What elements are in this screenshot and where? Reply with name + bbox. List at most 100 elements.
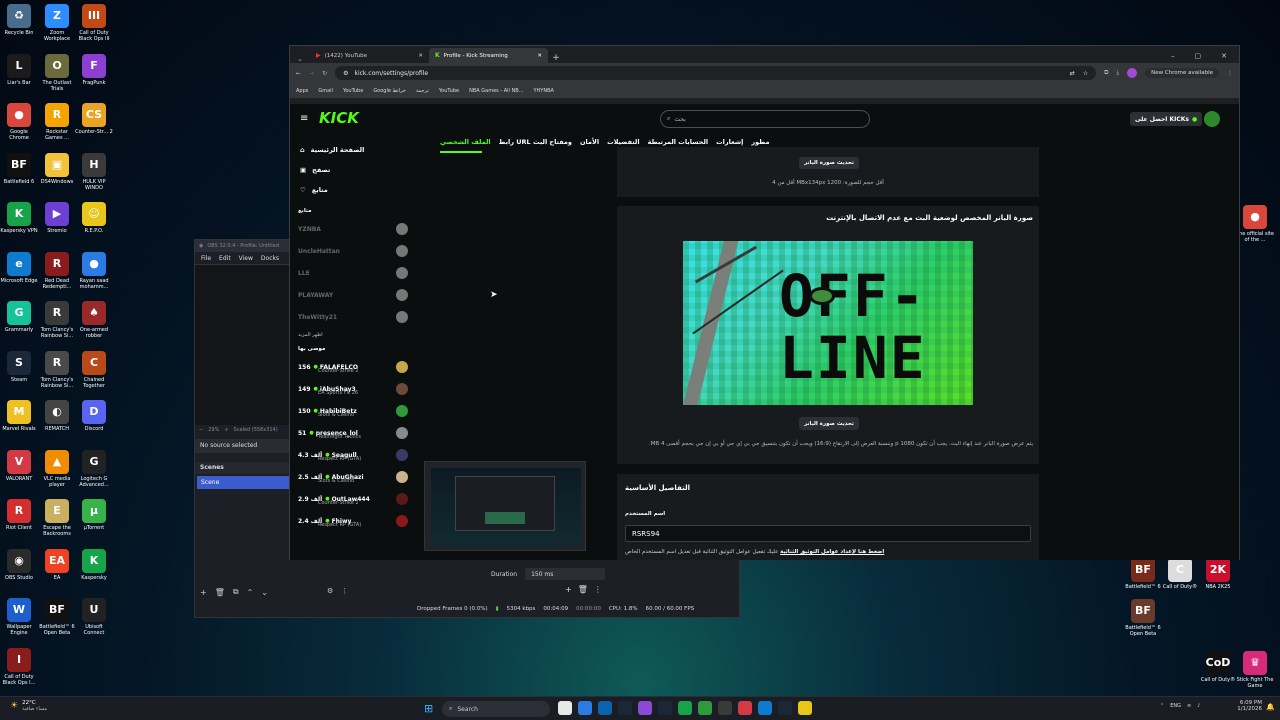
close-icon[interactable]: ✕	[537, 53, 542, 59]
bookmark-item[interactable]: YouTube	[439, 88, 459, 94]
obs-preview[interactable]	[195, 265, 290, 425]
down-icon[interactable]: ⌄	[261, 588, 268, 597]
minimize-icon[interactable]: –	[1171, 52, 1175, 60]
desktop-icon[interactable]: D Discord	[75, 400, 113, 432]
trash-icon[interactable]: 🗑	[578, 585, 588, 594]
obs-menu-edit[interactable]: Edit	[219, 255, 231, 262]
twofa-link[interactable]: اضغط هنا لإعداد عوامل التوثيق الثنائية	[780, 549, 884, 555]
extensions-icon[interactable]: ⧉	[1104, 69, 1108, 77]
live-channel[interactable]: 2.4 ألف ● Fhiwy Respect RP (GTA)	[290, 510, 414, 532]
obs-zoom-in[interactable]: +	[224, 427, 228, 433]
desktop-icon[interactable]: I Call of Duty Black Ops I...	[0, 647, 38, 686]
profile-avatar[interactable]	[1204, 111, 1220, 127]
desktop-icon[interactable]: e Microsoft Edge	[0, 251, 38, 284]
desktop-icon[interactable]: R Tom Clancy's Rainbow Si...	[38, 301, 76, 339]
nav-following[interactable]: ♡ متابع	[290, 180, 414, 200]
desktop-icon[interactable]: E Escape the Backrooms	[38, 499, 76, 537]
desktop-icon[interactable]: BF Battlefield™ 6	[1124, 558, 1162, 590]
desktop-icon[interactable]: CS Counter-Str... 2	[75, 103, 113, 135]
desktop-icon[interactable]: G Grammarly	[0, 301, 38, 333]
desktop-icon[interactable]: C Call of Duty®	[1161, 558, 1199, 590]
offline-channel[interactable]: UncleHattan	[290, 240, 414, 262]
update-offline-banner-button[interactable]: تحديث صورة البانر	[799, 417, 859, 430]
update-banner-button[interactable]: تحديث صورة البانر	[799, 157, 859, 169]
username-field[interactable]: RSRS94	[625, 525, 1031, 542]
kick-logo[interactable]: KICK	[319, 109, 359, 127]
bookmark-item[interactable]: Apps	[296, 88, 308, 94]
desktop-icon[interactable]: CoD Call of Duty®	[1199, 651, 1237, 683]
desktop-icon[interactable]: M Marvel Rivals	[0, 400, 38, 432]
url-field[interactable]: ⚙ kick.com/settings/profile ⇄ ☆	[335, 66, 1097, 80]
avatar[interactable]	[1127, 68, 1138, 78]
obs-scene-item[interactable]: Scene	[197, 476, 290, 489]
desktop-icon[interactable]: ▲ VLC media player	[38, 449, 76, 488]
edge-icon[interactable]	[758, 701, 772, 715]
bookmark-item[interactable]: ترجمة	[416, 88, 429, 94]
settings-tab[interactable]: إشعارات	[716, 138, 743, 146]
desktop-icon[interactable]: K Kaspersky VPN	[0, 202, 38, 234]
up-icon[interactable]: ⌃	[247, 588, 254, 597]
star-icon[interactable]: ☆	[1083, 70, 1088, 77]
wifi-icon[interactable]: ≋	[1187, 703, 1191, 709]
settings-tab[interactable]: الحسابات المرتبطة	[648, 138, 709, 146]
desktop-icon[interactable]: ♠ One-armed robber	[75, 301, 113, 339]
menu-icon[interactable]: ⋮	[1227, 70, 1233, 77]
new-tab-icon[interactable]: +	[548, 53, 564, 63]
chrome-window[interactable]: ⌄ ▶ (1422) YouTube ✕ K Profile - Kick St…	[289, 45, 1240, 560]
hamburger-icon[interactable]: ≡	[300, 113, 308, 124]
nav-browse[interactable]: ▣ تصفح	[290, 160, 414, 180]
notification-icon[interactable]: 🔔	[1266, 703, 1275, 711]
settings-icon[interactable]: ⚙	[327, 587, 333, 595]
desktop-icon[interactable]: ● Google Chrome	[0, 103, 38, 141]
more-icon[interactable]: ⋮	[594, 585, 602, 594]
settings-tab[interactable]: الأمان	[580, 138, 599, 146]
desktop-icon[interactable]: Z Zoom Workplace	[38, 4, 76, 42]
desktop-icon[interactable]: H HULK VIP WINDO	[75, 152, 113, 191]
translate-icon[interactable]: ⇄	[1070, 70, 1075, 77]
obs-menu-view[interactable]: View	[239, 255, 253, 262]
volume-icon[interactable]: ♪	[1197, 703, 1200, 709]
offline-channel[interactable]: PLAYAWAY	[290, 284, 414, 306]
edge-icon[interactable]	[578, 701, 592, 715]
desktop-icon[interactable]: S Steam	[0, 350, 38, 383]
update-button[interactable]: New Chrome available	[1145, 68, 1219, 78]
tab-search-icon[interactable]: ⌄	[290, 55, 310, 63]
desktop-icon[interactable]: ● Rayan saad mohamm...	[75, 251, 113, 290]
desktop-icon[interactable]: 2K NBA 2K25	[1199, 558, 1237, 590]
settings-tab[interactable]: رابط URL ومفتاح البث	[499, 138, 572, 146]
bookmark-item[interactable]: NBA Games - All NB...	[469, 88, 523, 94]
desktop-icon[interactable]: R Rockstar Games ...	[38, 103, 76, 141]
desktop-icon[interactable]: U Ubisoft Connect	[75, 598, 113, 636]
obs-menu-file[interactable]: File	[201, 255, 211, 262]
taskbar-search[interactable]: ⌕ Search	[442, 701, 550, 717]
offline-channel[interactable]: YZNBA	[290, 218, 414, 240]
desktop-icon[interactable]: EA EA	[38, 548, 76, 581]
kaspersky-icon[interactable]	[678, 701, 692, 715]
desktop-icon[interactable]: BF Battlefield™ 6 Open Beta	[38, 598, 76, 636]
desktop-icon[interactable]: ◐ REMATCH	[38, 400, 76, 432]
tray-chevron-icon[interactable]: ⌃	[1160, 703, 1164, 709]
add-icon[interactable]: +	[200, 588, 207, 597]
desktop-icon[interactable]: BF Battlefield™ 6 Open Beta	[1124, 599, 1162, 637]
bookmark-item[interactable]: YHYNBA	[533, 88, 553, 94]
live-channel[interactable]: 51 ● presence_lol Teamfight Tactics	[290, 422, 414, 444]
desktop-icon[interactable]: µ µTorrent	[75, 499, 113, 531]
desktop-icon[interactable]: O The Outlast Trials	[38, 53, 76, 92]
settings-tab[interactable]: التفضيلات	[607, 138, 640, 146]
valorant-icon[interactable]	[738, 701, 752, 715]
desktop-icon[interactable]: ▣ DS4Windows	[38, 152, 76, 185]
desktop-icon[interactable]: ◉ OBS Studio	[0, 548, 38, 581]
tab-kick[interactable]: K Profile - Kick Streaming ✕	[429, 48, 548, 63]
trash-icon[interactable]: 🗑	[215, 588, 225, 597]
show-more[interactable]: اظهر المزيد	[290, 328, 414, 342]
desktop-icon[interactable]: R Red Dead Redempti...	[38, 251, 76, 290]
live-channel[interactable]: 2.9 ألف ● OutLaw444 Counter-Strike 2	[290, 488, 414, 510]
obs-menu-docks[interactable]: Docks	[261, 255, 279, 262]
live-channel[interactable]: 156 ● FALAFELCO Counter-Strike 2	[290, 356, 414, 378]
obs-icon[interactable]	[718, 701, 732, 715]
obs-zoom-out[interactable]: −	[199, 427, 203, 433]
live-channel[interactable]: 149 ● iAbuShay3 EA Sports FC 26	[290, 378, 414, 400]
settings-tab[interactable]: الملف الشخصي	[440, 138, 491, 146]
desktop-icon[interactable]: ▶ Stremio	[38, 202, 76, 234]
app-icon[interactable]	[798, 701, 812, 715]
